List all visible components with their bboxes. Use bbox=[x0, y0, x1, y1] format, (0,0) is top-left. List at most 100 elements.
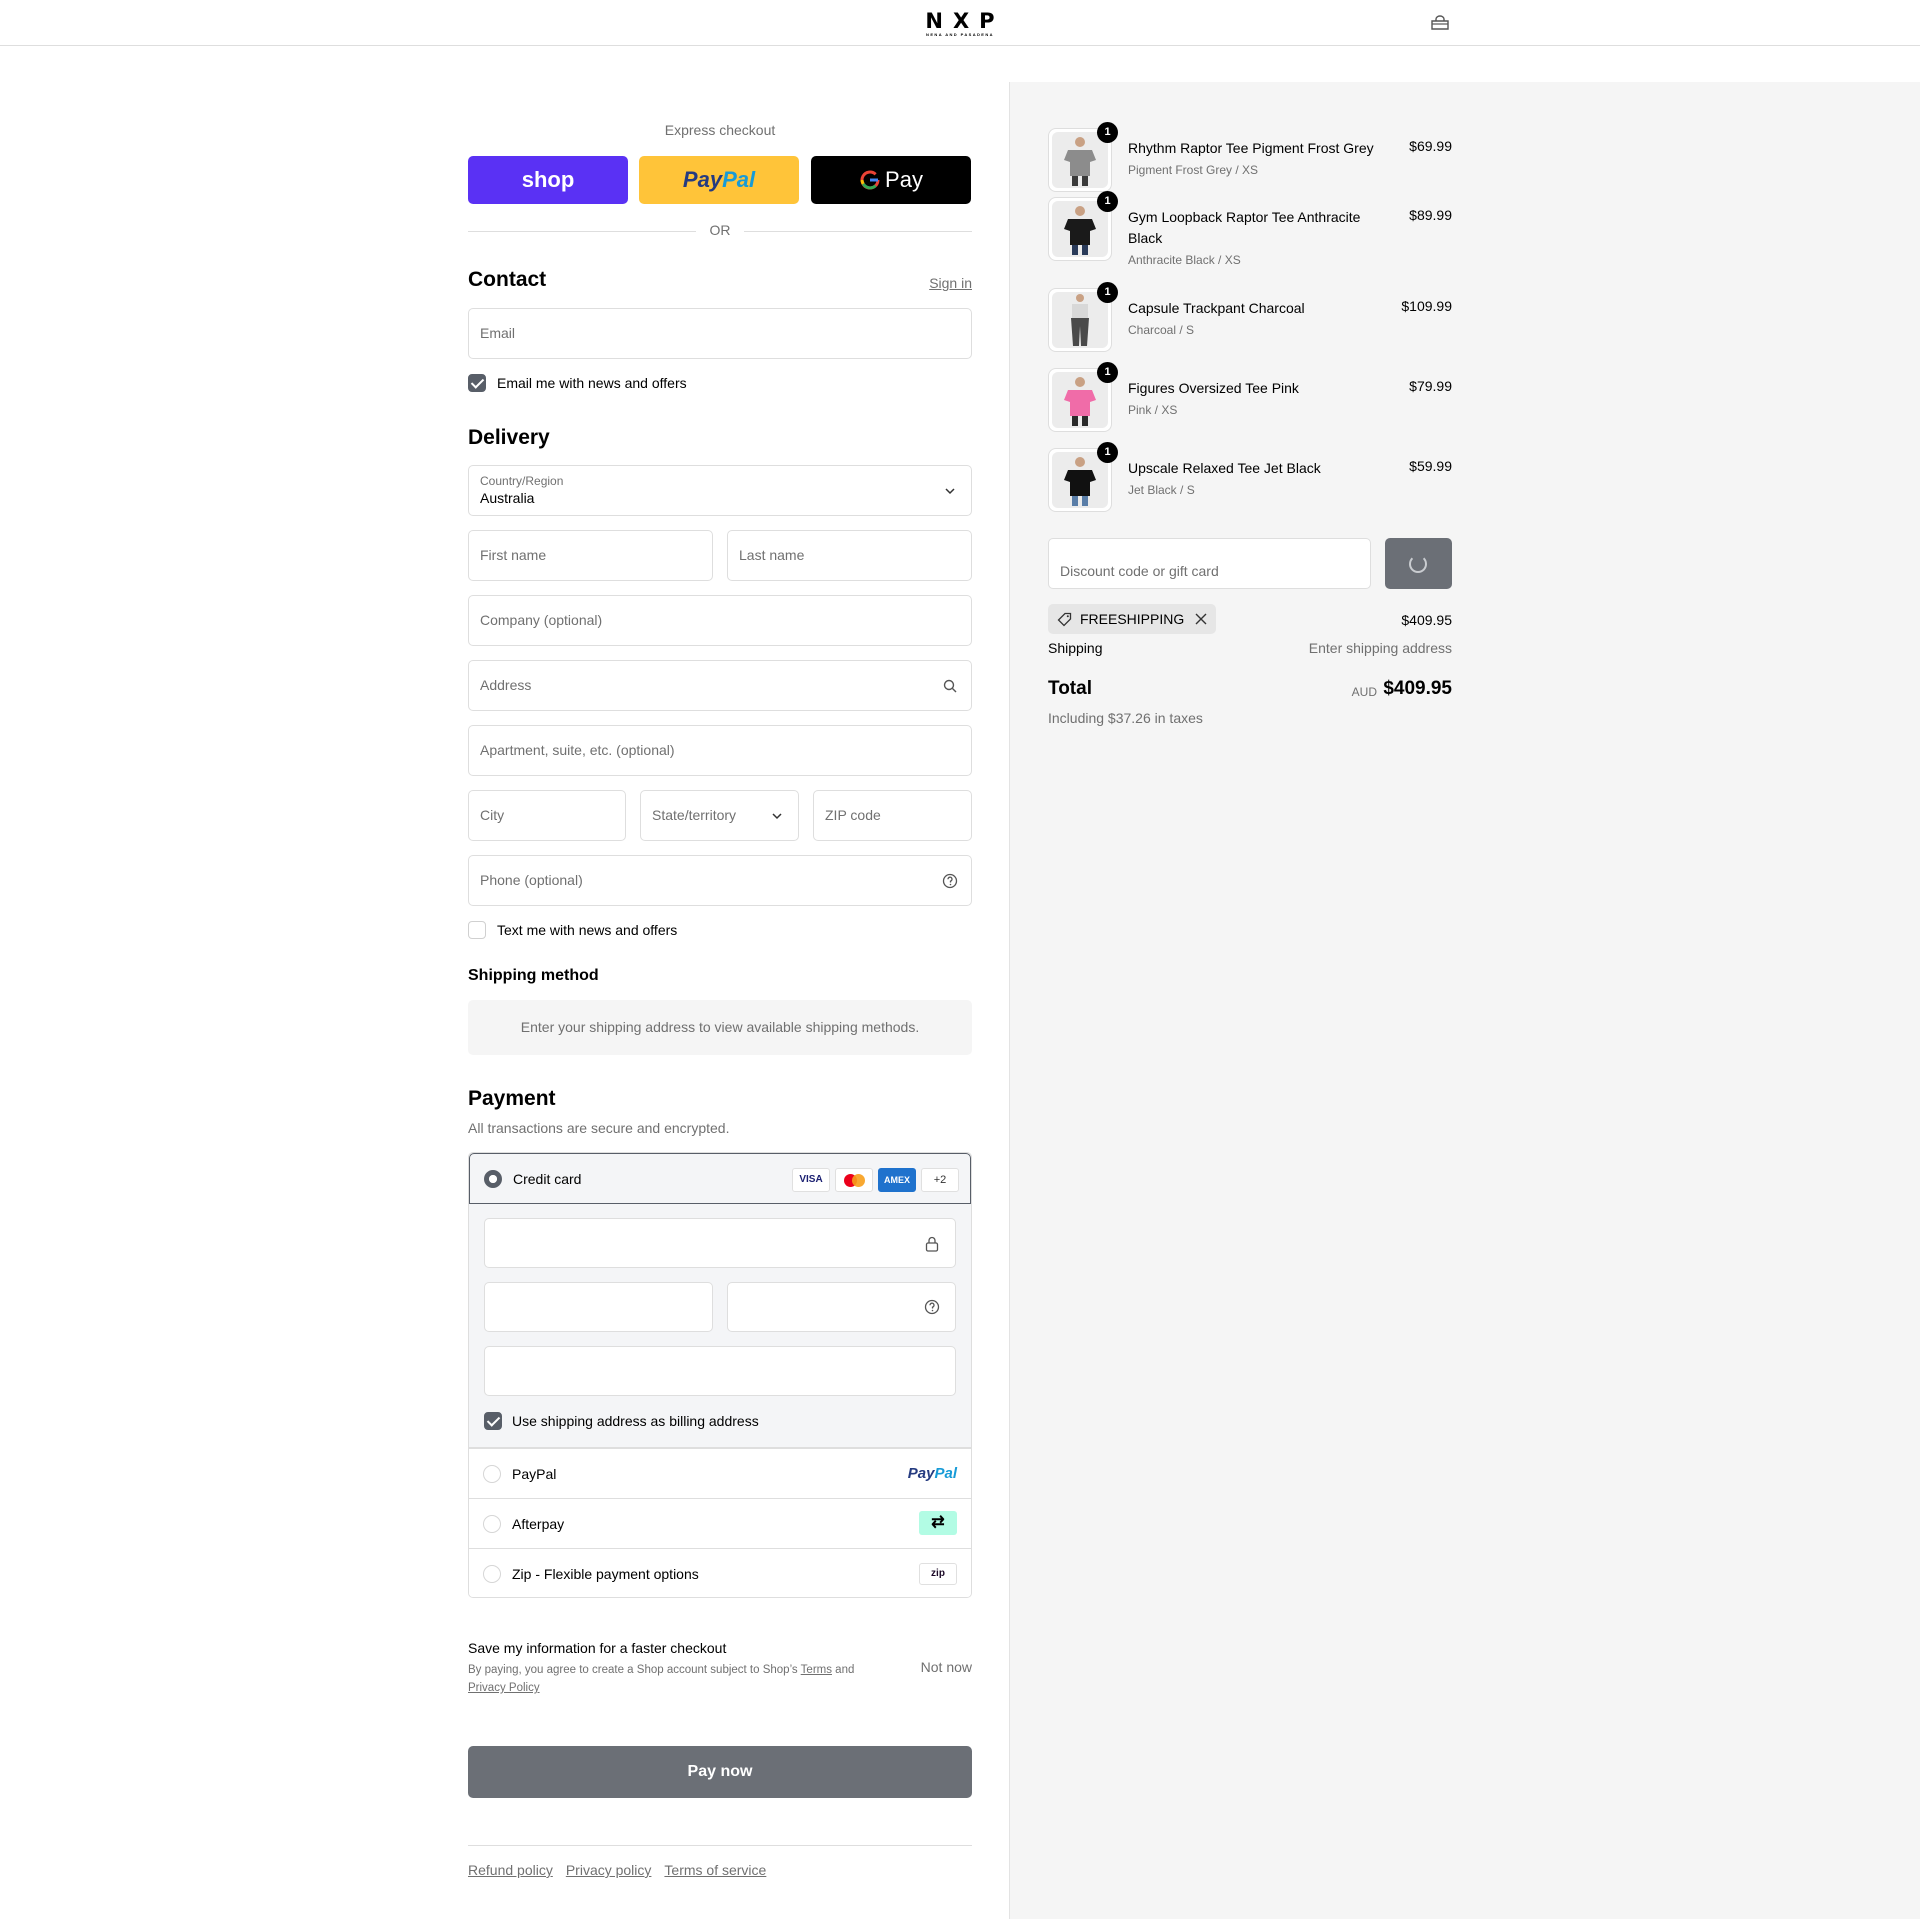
expiry-field[interactable] bbox=[484, 1282, 713, 1332]
lock-icon bbox=[925, 1236, 939, 1252]
email-news-checkbox[interactable] bbox=[468, 374, 486, 392]
product-name: Upscale Relaxed Tee Jet Black bbox=[1128, 460, 1321, 476]
save-info-text-2: and bbox=[831, 1664, 855, 1676]
first-name-placeholder: First name bbox=[480, 547, 547, 563]
discount-placeholder: Discount code or gift card bbox=[1060, 563, 1219, 579]
not-now-button[interactable]: Not now bbox=[921, 1659, 972, 1675]
shipping-label: Shipping bbox=[1048, 640, 1103, 656]
save-info-disclaimer: By paying, you agree to create a Shop ac… bbox=[468, 1661, 888, 1697]
product-thumbnail: 1 bbox=[1048, 191, 1118, 261]
apply-discount-button[interactable] bbox=[1385, 538, 1452, 589]
payment-subtitle: All transactions are secure and encrypte… bbox=[468, 1120, 730, 1136]
store-logo[interactable]: NXP NENA AND PASADENA bbox=[908, 10, 1012, 37]
quantity-badge: 1 bbox=[1097, 442, 1118, 463]
google-pay-label: Pay bbox=[885, 167, 923, 192]
paypal-logo: PayPal bbox=[908, 1465, 957, 1482]
shipping-method-heading: Shipping method bbox=[468, 967, 599, 984]
billing-address-checkbox[interactable] bbox=[484, 1412, 502, 1430]
paypal-option[interactable]: PayPal PayPal bbox=[469, 1448, 971, 1498]
total-value: $409.95 bbox=[1383, 678, 1452, 699]
afterpay-option[interactable]: Afterpay ⇄ bbox=[469, 1498, 971, 1548]
card-number-field[interactable] bbox=[484, 1218, 956, 1268]
paypal-radio[interactable] bbox=[483, 1465, 501, 1483]
zip-field[interactable]: ZIP code bbox=[813, 790, 972, 841]
credit-card-radio[interactable] bbox=[484, 1170, 502, 1188]
product-price: $69.99 bbox=[1409, 138, 1452, 154]
line-item: 1 Upscale Relaxed Tee Jet Black Jet Blac… bbox=[1048, 442, 1452, 512]
afterpay-radio[interactable] bbox=[483, 1515, 501, 1533]
chevron-down-icon bbox=[772, 813, 782, 820]
paypal-logo-part1: Pay bbox=[907, 1465, 935, 1482]
country-label: Country/Region bbox=[480, 474, 564, 488]
city-field[interactable]: City bbox=[468, 790, 626, 841]
zip-radio[interactable] bbox=[483, 1565, 501, 1583]
text-news-checkbox[interactable] bbox=[468, 921, 486, 939]
refund-policy-link[interactable]: Refund policy bbox=[468, 1862, 553, 1878]
bag-icon[interactable] bbox=[1430, 15, 1450, 31]
phone-field[interactable]: Phone (optional) bbox=[468, 855, 972, 906]
product-thumbnail: 1 bbox=[1048, 442, 1118, 512]
help-icon[interactable] bbox=[942, 873, 958, 889]
security-code-field[interactable] bbox=[727, 1282, 956, 1332]
payment-heading: Payment bbox=[468, 1087, 556, 1110]
phone-placeholder: Phone (optional) bbox=[480, 872, 583, 888]
line-item: 1 Gym Loopback Raptor Tee Anthracite Bla… bbox=[1048, 191, 1452, 267]
product-name: Figures Oversized Tee Pink bbox=[1128, 380, 1299, 396]
mastercard-icon bbox=[835, 1168, 873, 1192]
terms-of-service-link[interactable]: Terms of service bbox=[664, 1862, 766, 1878]
state-select[interactable]: State/territory bbox=[640, 790, 799, 841]
shop-privacy-link[interactable]: Privacy Policy bbox=[468, 1682, 540, 1694]
email-news-label: Email me with news and offers bbox=[497, 375, 687, 391]
help-icon[interactable] bbox=[924, 1299, 940, 1315]
save-info-text-1: By paying, you agree to create a Shop ac… bbox=[468, 1664, 801, 1676]
country-select[interactable]: Country/Region Australia bbox=[468, 465, 972, 516]
afterpay-logo-icon: ⇄ bbox=[919, 1511, 957, 1535]
chevron-down-icon bbox=[945, 488, 955, 495]
apartment-placeholder: Apartment, suite, etc. (optional) bbox=[480, 742, 675, 758]
credit-card-option[interactable]: Credit card VISA AMEX +2 bbox=[469, 1153, 971, 1204]
shop-pay-button[interactable]: shop bbox=[468, 156, 628, 204]
apartment-field[interactable]: Apartment, suite, etc. (optional) bbox=[468, 725, 972, 776]
site-header: NXP NENA AND PASADENA bbox=[0, 0, 1920, 46]
state-placeholder: State/territory bbox=[652, 807, 737, 823]
discount-code-field[interactable]: Discount code or gift card bbox=[1048, 538, 1371, 589]
zip-option[interactable]: Zip - Flexible payment options zip bbox=[469, 1548, 971, 1597]
product-name: Gym Loopback Raptor Tee Anthracite Black bbox=[1128, 209, 1361, 246]
sign-in-link[interactable]: Sign in bbox=[929, 275, 972, 291]
close-icon[interactable] bbox=[1195, 613, 1207, 625]
google-pay-button[interactable]: Pay bbox=[811, 156, 971, 204]
discount-tag: FREESHIPPING bbox=[1048, 604, 1217, 634]
paypal-label-part2: Pal bbox=[722, 167, 756, 192]
afterpay-option-label: Afterpay bbox=[512, 1516, 565, 1532]
last-name-field[interactable]: Last name bbox=[727, 530, 972, 581]
quantity-badge: 1 bbox=[1097, 191, 1118, 212]
or-divider: OR bbox=[468, 222, 972, 240]
paypal-option-label: PayPal bbox=[512, 1466, 557, 1482]
line-item: 1 Rhythm Raptor Tee Pigment Frost Grey P… bbox=[1048, 122, 1452, 192]
email-field[interactable]: Email bbox=[468, 308, 972, 359]
privacy-policy-link[interactable]: Privacy policy bbox=[566, 1862, 652, 1878]
shipping-method-message: Enter your shipping address to view avai… bbox=[468, 1000, 972, 1055]
zip-option-label: Zip - Flexible payment options bbox=[512, 1566, 699, 1582]
credit-card-label: Credit card bbox=[513, 1171, 582, 1187]
name-on-card-field[interactable] bbox=[484, 1346, 956, 1396]
line-item: 1 Capsule Trackpant Charcoal Charcoal / … bbox=[1048, 282, 1452, 352]
zip-placeholder: ZIP code bbox=[825, 807, 881, 823]
pay-now-button[interactable]: Pay now bbox=[468, 1746, 972, 1798]
product-price: $59.99 bbox=[1409, 458, 1452, 474]
shop-terms-link[interactable]: Terms bbox=[801, 1664, 832, 1676]
zip-logo: zip bbox=[919, 1563, 957, 1585]
email-placeholder: Email bbox=[480, 325, 516, 341]
paypal-express-button[interactable]: Pay Pal bbox=[639, 156, 799, 204]
google-g-icon bbox=[860, 170, 880, 190]
address-field[interactable]: Address bbox=[468, 660, 972, 711]
quantity-badge: 1 bbox=[1097, 122, 1118, 143]
first-name-field[interactable]: First name bbox=[468, 530, 713, 581]
more-brands-badge: +2 bbox=[921, 1168, 959, 1192]
footer-divider bbox=[468, 1845, 972, 1846]
currency-code: AUD bbox=[1351, 685, 1377, 699]
company-field[interactable]: Company (optional) bbox=[468, 595, 972, 646]
product-thumbnail: 1 bbox=[1048, 282, 1118, 352]
subtotal-value: $409.95 bbox=[1401, 612, 1452, 628]
product-name: Capsule Trackpant Charcoal bbox=[1128, 300, 1305, 316]
